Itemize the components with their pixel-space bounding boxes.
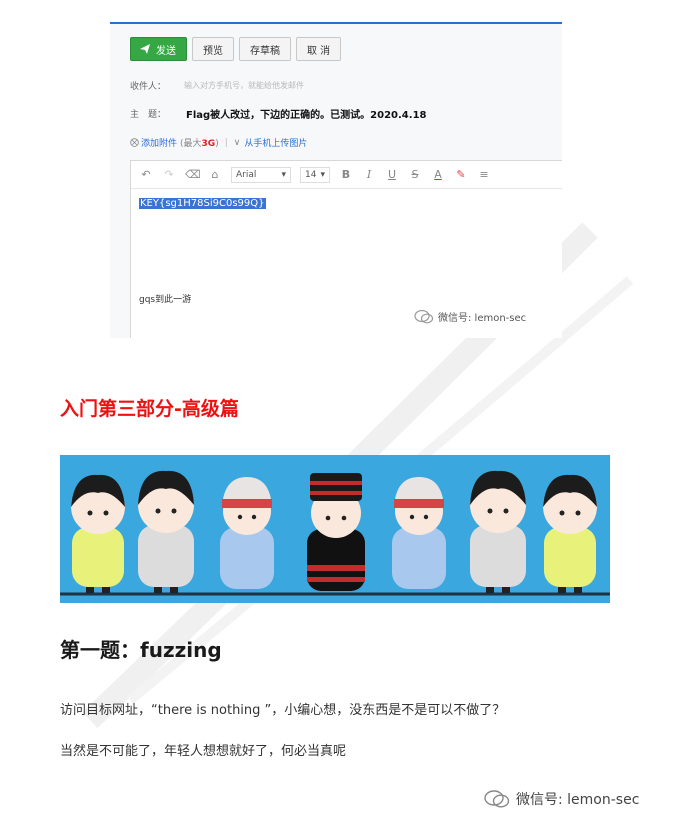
chevron-down-icon: ∨ bbox=[233, 137, 241, 148]
recipient-row: 收件人： 输入对方手机号，就能给他发邮件 bbox=[130, 79, 304, 92]
upload-from-phone-link[interactable]: 从手机上传图片 bbox=[244, 136, 307, 149]
paperclip-icon: ⨂ bbox=[130, 137, 139, 148]
inner-watermark-text: 微信号: lemon-sec bbox=[438, 313, 527, 324]
attachment-limit: (最大3G) bbox=[180, 139, 219, 149]
font-size-value: 14 bbox=[305, 169, 317, 180]
footer-watermark-text: 微信号: lemon-sec bbox=[516, 792, 640, 808]
top-accent-line bbox=[110, 22, 562, 24]
divider: | bbox=[224, 137, 228, 148]
cancel-button[interactable]: 取 消 bbox=[296, 37, 342, 61]
italic-button[interactable]: I bbox=[362, 168, 376, 181]
eraser-icon[interactable]: ⌫ bbox=[185, 168, 201, 181]
bold-button[interactable]: B bbox=[339, 168, 353, 181]
send-button[interactable]: 发送 bbox=[130, 37, 187, 61]
caret-down-icon: ▾ bbox=[281, 169, 286, 180]
add-attachment-link[interactable]: 添加附件 bbox=[141, 136, 177, 149]
cartoon-banner-image bbox=[60, 455, 610, 603]
email-compose-screenshot: 发送 预览 存草稿 取 消 收件人： 输入对方手机号，就能给他发邮件 主 题： … bbox=[110, 22, 562, 338]
strikethrough-button[interactable]: S bbox=[408, 168, 422, 181]
undo-icon[interactable]: ↶ bbox=[139, 168, 153, 181]
align-icon[interactable]: ≡ bbox=[477, 168, 491, 181]
selected-key-text: KEY{sg1H78Si9C0s99Q} bbox=[139, 198, 266, 209]
attachment-row: ⨂ 添加附件 (最大3G) | ∨ 从手机上传图片 bbox=[130, 136, 307, 150]
recipient-input[interactable]: 输入对方手机号，就能给他发邮件 bbox=[184, 80, 304, 91]
save-draft-button[interactable]: 存草稿 bbox=[239, 37, 291, 61]
font-family-value: Arial bbox=[236, 169, 257, 180]
footer-watermark: 微信号: lemon-sec bbox=[484, 789, 639, 809]
highlight-color-icon[interactable]: ✎ bbox=[454, 168, 468, 181]
message-editor[interactable]: ↶ ↷ ⌫ ⌂ Arial ▾ 14 ▾ B I U S A ✎ ≡ KEY{s… bbox=[130, 160, 562, 338]
cartoon-characters-illustration bbox=[60, 470, 610, 596]
editor-toolbar: ↶ ↷ ⌫ ⌂ Arial ▾ 14 ▾ B I U S A ✎ ≡ bbox=[131, 161, 562, 189]
preview-button[interactable]: 预览 bbox=[192, 37, 234, 61]
paragraph-1: 访问目标网址，“there is nothing ”，小编心想，没东西是不是可以… bbox=[60, 703, 506, 718]
question-title: 第一题：fuzzing bbox=[60, 638, 222, 662]
underline-button[interactable]: U bbox=[385, 168, 399, 181]
format-painter-icon[interactable]: ⌂ bbox=[208, 168, 222, 181]
font-color-button[interactable]: A bbox=[431, 168, 445, 181]
inner-watermark: 微信号: lemon-sec bbox=[414, 309, 526, 324]
send-label: 发送 bbox=[156, 45, 176, 57]
recipient-label: 收件人： bbox=[130, 82, 167, 92]
font-size-select[interactable]: 14 ▾ bbox=[300, 166, 330, 183]
subject-row: 主 题： Flag被人改过，下边的正确的。已测试。2020.4.18 bbox=[130, 106, 426, 121]
wechat-icon bbox=[484, 790, 510, 808]
redo-icon[interactable]: ↷ bbox=[162, 168, 176, 181]
section-title: 入门第三部分-高级篇 bbox=[60, 398, 239, 420]
caret-down-icon: ▾ bbox=[320, 169, 325, 180]
wechat-icon bbox=[414, 309, 434, 323]
subject-label: 主 题： bbox=[130, 110, 167, 120]
send-plane-icon bbox=[140, 44, 150, 54]
email-toolbar: 发送 预览 存草稿 取 消 bbox=[130, 37, 342, 61]
font-family-select[interactable]: Arial ▾ bbox=[231, 166, 291, 183]
paragraph-2: 当然是不可能了，年轻人想想就好了，何必当真呢 bbox=[60, 744, 347, 759]
signature-text: gqs到此一游 bbox=[139, 295, 192, 305]
subject-input[interactable]: Flag被人改过，下边的正确的。已测试。2020.4.18 bbox=[186, 106, 426, 121]
